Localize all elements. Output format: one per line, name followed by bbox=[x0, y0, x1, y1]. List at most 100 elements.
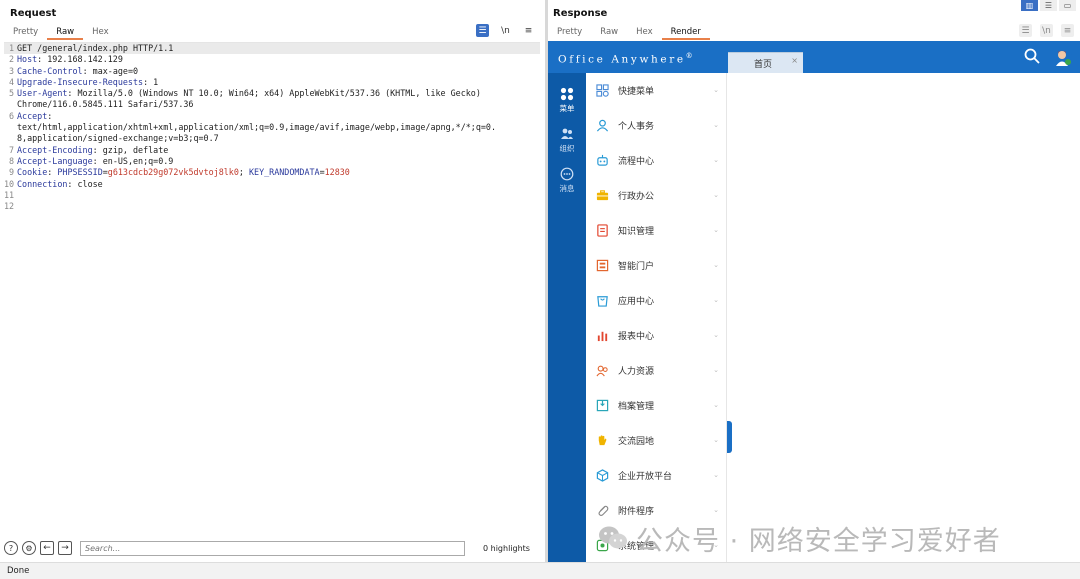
menu-item[interactable]: 个人事务 ⌄ bbox=[586, 108, 727, 143]
menu-item[interactable]: 报表中心 ⌄ bbox=[586, 318, 727, 353]
rendered-page: Office Anywhere® 首页 × 菜单 组织 消息 快捷菜单 ⌄ 个人… bbox=[548, 41, 1080, 562]
oa-header: Office Anywhere® 首页 × bbox=[548, 41, 1080, 73]
code-line[interactable]: 11 bbox=[4, 190, 540, 201]
code-line[interactable]: 1 GET /general/index.php HTTP/1.1 bbox=[4, 43, 540, 55]
menu-label: 档案管理 bbox=[618, 402, 655, 412]
menu-icon[interactable]: ≡ bbox=[522, 24, 535, 37]
layout-tabs-icon[interactable]: ▭ bbox=[1059, 0, 1076, 11]
rail-label-messages: 消息 bbox=[559, 184, 575, 193]
line-content: Cache-Control: max-age=0 bbox=[17, 66, 138, 77]
status-bar: Done bbox=[0, 562, 1080, 579]
layout-split-icon[interactable]: ▥ bbox=[1021, 0, 1038, 11]
code-line[interactable]: 3 Cache-Control: max-age=0 bbox=[4, 66, 540, 77]
menu-collapse-handle[interactable] bbox=[727, 421, 732, 453]
header-value: 1 bbox=[148, 76, 159, 87]
settings-gear-icon[interactable]: ⚙ bbox=[22, 541, 36, 555]
avatar[interactable] bbox=[1052, 47, 1072, 67]
line-content: 8,application/signed-exchange;v=b3;q=0.7 bbox=[17, 133, 219, 144]
menu-item[interactable]: 应用中心 ⌄ bbox=[586, 283, 727, 318]
header-value: max-age=0 bbox=[87, 65, 139, 76]
menu-label: 报表中心 bbox=[618, 332, 655, 342]
code-line[interactable]: 7 Accept-Encoding: gzip, deflate bbox=[4, 145, 540, 156]
line-number: 2 bbox=[8, 54, 14, 65]
oa-logo[interactable]: Office Anywhere® bbox=[558, 52, 693, 66]
rail-label-menu: 菜单 bbox=[559, 104, 575, 113]
line-content: Cookie: PHPSESSID=g613cdcb29g072vk5dvtoj… bbox=[17, 167, 350, 178]
response-tab-hex[interactable]: Hex bbox=[627, 26, 662, 40]
header-value: Mozilla/5.0 (Windows NT 10.0; Win64; x64… bbox=[72, 88, 481, 99]
menu-label: 知识管理 bbox=[618, 227, 655, 237]
response-tab-raw[interactable]: Raw bbox=[591, 26, 627, 40]
search-icon[interactable] bbox=[1024, 48, 1040, 64]
people-icon bbox=[561, 128, 573, 139]
cookie-token: KEY_RANDOMDATA bbox=[249, 167, 320, 178]
line-content: Upgrade-Insecure-Requests: 1 bbox=[17, 77, 158, 88]
line-content: Connection: close bbox=[17, 179, 103, 190]
menu-item[interactable]: 知识管理 ⌄ bbox=[586, 213, 727, 248]
menu-label: 个人事务 bbox=[618, 122, 655, 132]
header-value: gzip, deflate bbox=[97, 144, 169, 155]
menu-item[interactable]: 快捷菜单 ⌄ bbox=[586, 73, 727, 108]
search-input[interactable] bbox=[80, 540, 465, 556]
header-key: Accept-Encoding bbox=[17, 144, 93, 155]
show-newlines-icon[interactable]: \n bbox=[499, 24, 512, 37]
chevron-down-icon: ⌄ bbox=[713, 506, 719, 514]
code-line[interactable]: 8,application/signed-exchange;v=b3;q=0.7 bbox=[4, 133, 540, 144]
header-key: User-Agent bbox=[17, 88, 68, 99]
code-line[interactable]: 9 Cookie: PHPSESSID=g613cdcb29g072vk5dvto… bbox=[4, 167, 540, 178]
code-line[interactable]: 6 Accept: bbox=[4, 111, 540, 122]
menu-item[interactable]: 企业开放平台 ⌄ bbox=[586, 458, 727, 493]
menu-item[interactable]: 档案管理 ⌄ bbox=[586, 388, 727, 423]
menu-label: 交流园地 bbox=[618, 437, 655, 447]
response-wrap-icon: ☰ bbox=[1019, 24, 1032, 37]
response-tab-pretty[interactable]: Pretty bbox=[548, 26, 591, 40]
rail-item-messages[interactable]: 消息 bbox=[548, 167, 586, 194]
request-tab-raw[interactable]: Raw bbox=[47, 26, 84, 40]
code-line[interactable]: 4 Upgrade-Insecure-Requests: 1 bbox=[4, 77, 540, 88]
wrap-lines-icon[interactable]: ☰ bbox=[476, 24, 489, 37]
hand-icon bbox=[598, 435, 607, 446]
oa-tab-home[interactable]: 首页 × bbox=[728, 52, 803, 73]
status-text: Done bbox=[7, 566, 30, 576]
line-number: 10 bbox=[4, 178, 15, 189]
separator: : bbox=[47, 167, 58, 178]
layout-horizontal-icon[interactable]: ☰ bbox=[1040, 0, 1057, 11]
request-editor[interactable]: 1 GET /general/index.php HTTP/1.1 2 Host: 1… bbox=[4, 42, 540, 534]
menu-label: 快捷菜单 bbox=[618, 87, 655, 97]
menu-item[interactable]: 智能门户 ⌄ bbox=[586, 248, 727, 283]
code-line[interactable]: Chrome/116.0.5845.111 Safari/537.36 bbox=[4, 99, 540, 110]
code-line[interactable]: 5 User-Agent: Mozilla/5.0 (Windows NT 10.… bbox=[4, 88, 540, 99]
rail-item-menu[interactable]: 菜单 bbox=[548, 87, 586, 114]
rail-item-org[interactable]: 组织 bbox=[548, 127, 586, 154]
help-icon[interactable]: ? bbox=[4, 541, 18, 555]
code-line[interactable]: text/html,application/xhtml+xml,applicat… bbox=[4, 122, 540, 133]
close-icon[interactable]: × bbox=[791, 56, 798, 65]
line-content: text/html,application/xhtml+xml,applicat… bbox=[17, 122, 497, 133]
header-value: 192.168.142.129 bbox=[42, 54, 123, 65]
code-line[interactable]: 12 bbox=[4, 201, 540, 212]
request-tab-pretty[interactable]: Pretty bbox=[4, 26, 47, 40]
menu-item[interactable]: 行政办公 ⌄ bbox=[586, 178, 727, 213]
request-tab-hex[interactable]: Hex bbox=[83, 26, 118, 40]
menu-item[interactable]: 人力资源 ⌄ bbox=[586, 353, 727, 388]
code-line[interactable]: 2 Host: 192.168.142.129 bbox=[4, 54, 540, 65]
line-content: Accept: bbox=[17, 111, 52, 122]
code-line[interactable]: 10 Connection: close bbox=[4, 179, 540, 190]
line-number: 12 bbox=[4, 201, 15, 212]
code-line[interactable]: 8 Accept-Language: en-US,en;q=0.9 bbox=[4, 156, 540, 167]
menu-label: 流程中心 bbox=[618, 157, 655, 167]
chevron-down-icon: ⌄ bbox=[713, 471, 719, 479]
menu-item[interactable]: 交流园地 ⌄ bbox=[586, 423, 727, 458]
header-key: Host bbox=[17, 54, 38, 65]
menu-label: 附件程序 bbox=[618, 507, 655, 517]
forward-arrow-icon[interactable]: → bbox=[58, 541, 72, 555]
person-icon bbox=[596, 119, 609, 132]
response-newline-icon: \n bbox=[1040, 24, 1053, 37]
menu-item[interactable]: 流程中心 ⌄ bbox=[586, 143, 727, 178]
back-arrow-icon[interactable]: ← bbox=[40, 541, 54, 555]
oa-rail: 菜单 组织 消息 bbox=[548, 73, 586, 562]
header-key: Connection bbox=[17, 178, 68, 189]
chevron-down-icon: ⌄ bbox=[713, 401, 719, 409]
chevron-down-icon: ⌄ bbox=[713, 156, 719, 164]
response-tab-render[interactable]: Render bbox=[661, 26, 710, 40]
